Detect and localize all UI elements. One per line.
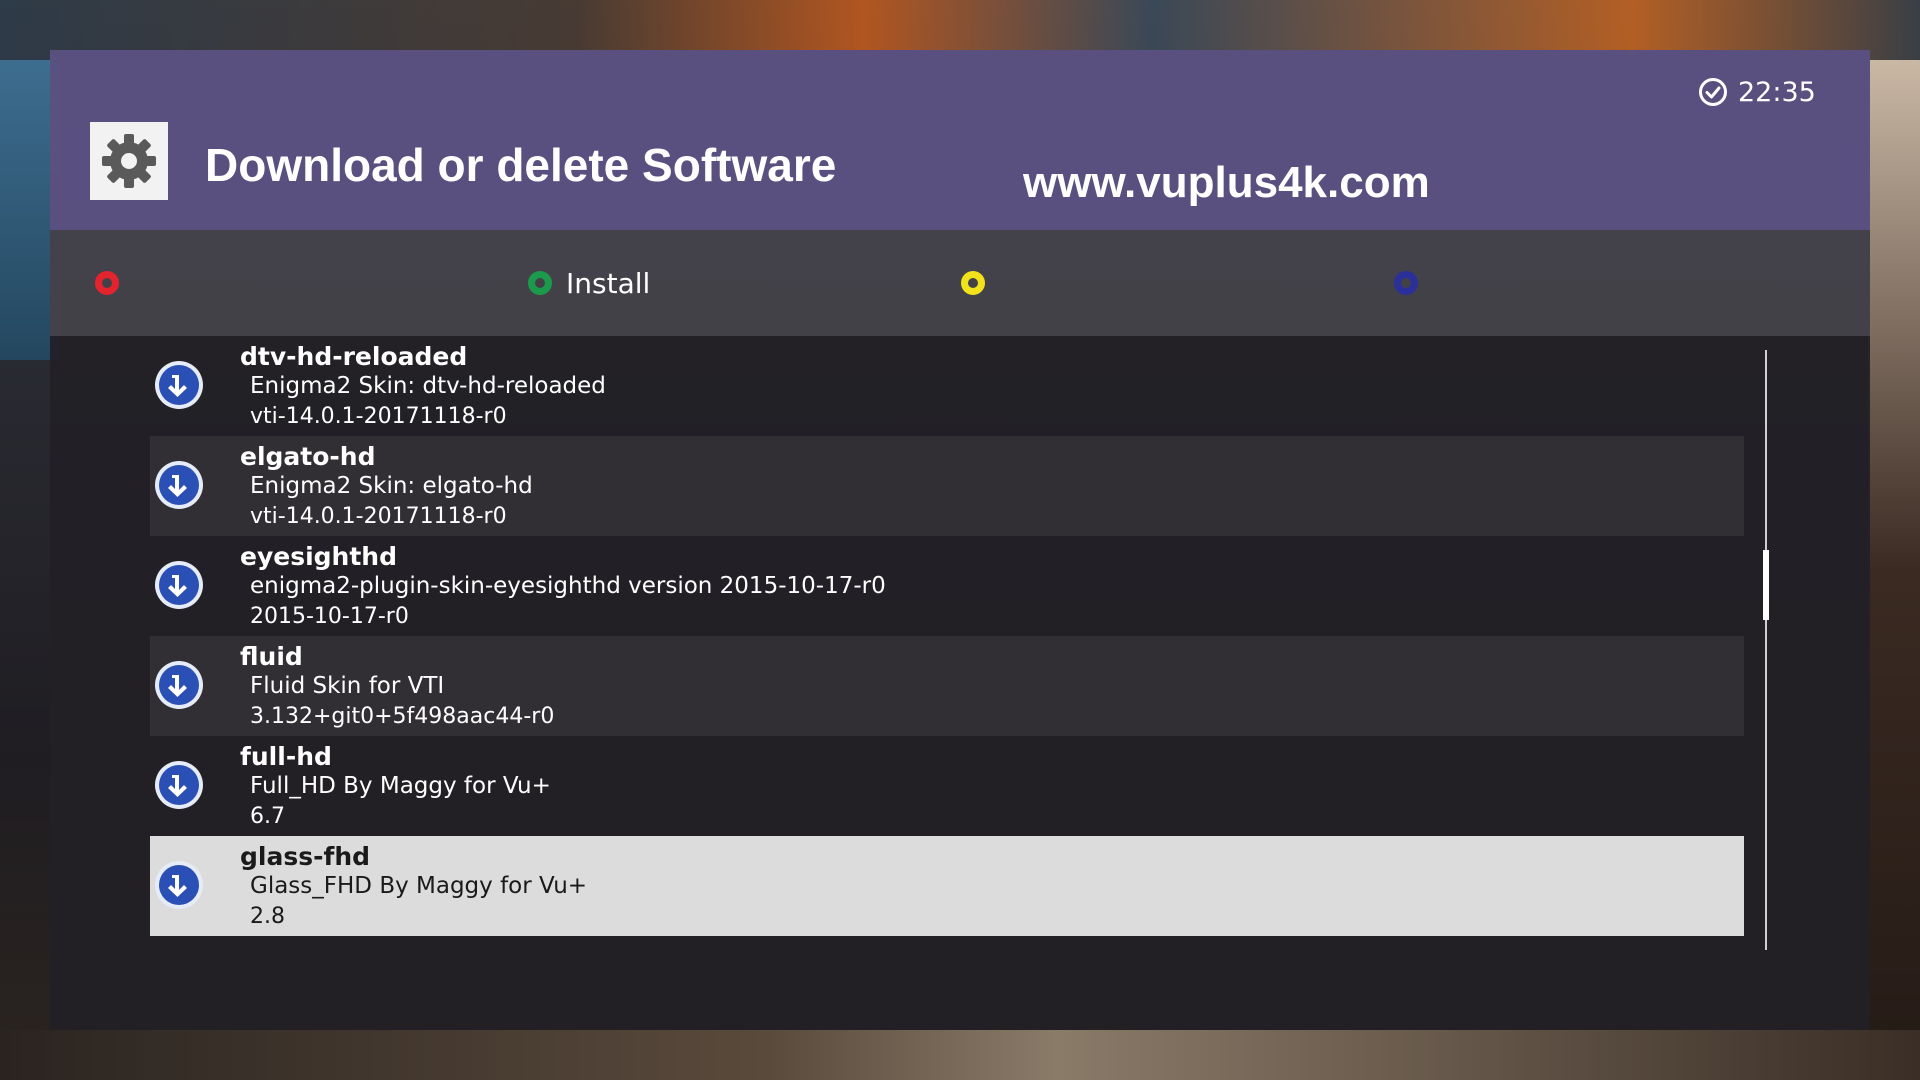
download-icon xyxy=(155,661,203,709)
package-version: 6.7 xyxy=(250,804,285,829)
package-version: vti-14.0.1-20171118-r0 xyxy=(250,504,507,529)
package-name: glass-fhd xyxy=(240,842,371,871)
green-button[interactable]: Install xyxy=(528,266,650,300)
download-icon xyxy=(155,461,203,509)
package-name: eyesighthd xyxy=(240,542,397,571)
package-name: dtv-hd-reloaded xyxy=(240,342,468,371)
package-description: Full_HD By Maggy for Vu+ xyxy=(250,773,551,799)
package-version: 2.8 xyxy=(250,904,285,929)
package-row[interactable]: eyesighthd enigma2-plugin-skin-eyesighth… xyxy=(150,536,1744,636)
blue-button[interactable] xyxy=(1394,266,1432,300)
green-button-label: Install xyxy=(566,266,651,300)
package-row-selected[interactable]: glass-fhd Glass_FHD By Maggy for Vu+ 2.8 xyxy=(150,836,1744,936)
clock-time: 22:35 xyxy=(1738,76,1816,108)
package-row[interactable]: dtv-hd-reloaded Enigma2 Skin: dtv-hd-rel… xyxy=(150,336,1744,436)
gear-icon xyxy=(90,122,168,200)
red-ring-icon xyxy=(95,271,119,295)
green-ring-icon xyxy=(528,271,552,295)
package-description: enigma2-plugin-skin-eyesighthd version 2… xyxy=(250,573,886,599)
download-icon xyxy=(155,561,203,609)
package-name: elgato-hd xyxy=(240,442,376,471)
package-description: Enigma2 Skin: dtv-hd-reloaded xyxy=(250,373,606,399)
clock: 22:35 xyxy=(1698,70,1816,114)
background-video-right xyxy=(1868,60,1920,1080)
package-version: 2015-10-17-r0 xyxy=(250,604,409,629)
package-row[interactable]: fluid Fluid Skin for VTI 3.132+git0+5f49… xyxy=(150,636,1744,736)
package-version: 3.132+git0+5f498aac44-r0 xyxy=(250,704,555,729)
package-row[interactable]: elgato-hd Enigma2 Skin: elgato-hd vti-14… xyxy=(150,436,1744,536)
download-icon xyxy=(155,861,203,909)
watermark-text: www.vuplus4k.com xyxy=(1023,158,1430,207)
package-description: Enigma2 Skin: elgato-hd xyxy=(250,473,533,499)
package-name: full-hd xyxy=(240,742,332,771)
yellow-button[interactable] xyxy=(961,266,999,300)
package-description: Fluid Skin for VTI xyxy=(250,673,445,699)
red-button[interactable] xyxy=(95,266,133,300)
package-list[interactable]: dtv-hd-reloaded Enigma2 Skin: dtv-hd-rel… xyxy=(150,336,1744,936)
package-description: Glass_FHD By Maggy for Vu+ xyxy=(250,873,588,899)
package-version: vti-14.0.1-20171118-r0 xyxy=(250,404,507,429)
list-scrollbar-track[interactable] xyxy=(1765,350,1767,950)
background-video-bottom xyxy=(0,1030,1920,1080)
package-row[interactable]: full-hd Full_HD By Maggy for Vu+ 6.7 xyxy=(150,736,1744,836)
package-name: fluid xyxy=(240,642,303,671)
color-button-bar: Install xyxy=(50,230,1870,336)
download-icon xyxy=(155,361,203,409)
blue-ring-icon xyxy=(1394,271,1418,295)
list-scrollbar-thumb[interactable] xyxy=(1763,550,1769,620)
clock-icon xyxy=(1699,78,1727,106)
yellow-ring-icon xyxy=(961,271,985,295)
download-icon xyxy=(155,761,203,809)
software-manager-window: Download or delete Software www.vuplus4k… xyxy=(50,50,1870,1030)
header: Download or delete Software www.vuplus4k… xyxy=(50,50,1870,230)
page-title: Download or delete Software xyxy=(205,139,837,191)
